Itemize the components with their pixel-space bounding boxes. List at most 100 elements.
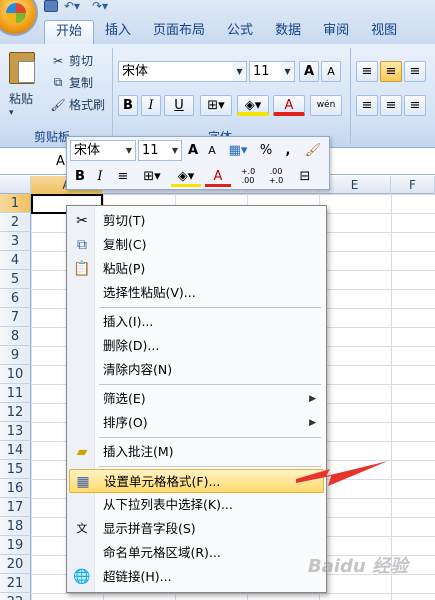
menu-item-copy[interactable]: ⧉ 复制(C) [69, 233, 324, 257]
tab-page-layout[interactable]: 页面布局 [142, 20, 216, 44]
mini-font-name-combo[interactable]: 宋体 ▼ [70, 140, 136, 161]
mini-decrease-decimal-button[interactable]: .00 +.0 [263, 167, 289, 187]
row-header-4[interactable]: 4 [0, 251, 31, 270]
pinyin-button[interactable]: wén [310, 95, 342, 116]
row-header-8[interactable]: 8 [0, 327, 31, 346]
row-header-12[interactable]: 12 [0, 403, 31, 422]
font-size-combo[interactable]: 11 ▼ [249, 61, 295, 82]
mini-border-button[interactable]: ⊞▾ [137, 167, 167, 187]
row-header-2[interactable]: 2 [0, 213, 31, 232]
mini-accounting-format-button[interactable]: ▦▾ [225, 141, 251, 161]
menu-item-sort[interactable]: 排序(O) ▶ [69, 411, 324, 435]
undo-icon[interactable]: ↶▾ [64, 0, 86, 12]
copy-button[interactable]: ⧉ 复制 [50, 74, 93, 91]
mini-grow-font-button[interactable]: A [184, 141, 202, 161]
row-header-11[interactable]: 11 [0, 384, 31, 403]
mini-fill-color-button[interactable]: ◈▾ [171, 167, 201, 187]
column-header-f[interactable]: F [391, 176, 435, 194]
row-header-17[interactable]: 17 [0, 498, 31, 517]
paste-dropdown-icon[interactable]: ▾ [9, 108, 14, 118]
underline-button[interactable]: U [164, 95, 194, 116]
menu-item-delete[interactable]: 删除(D)... [69, 334, 324, 358]
menu-item-filter[interactable]: 筛选(E) ▶ [69, 387, 324, 411]
align-right-button[interactable]: ≡ [404, 95, 426, 116]
tab-data[interactable]: 数据 [264, 20, 312, 44]
mini-center-button[interactable]: ≡ [113, 167, 133, 187]
grow-font-label: A [303, 64, 315, 79]
menu-item-show-pinyin[interactable]: 文 显示拼音字段(S) [69, 517, 324, 541]
row-header-3[interactable]: 3 [0, 232, 31, 251]
mini-font-size-combo[interactable]: 11 ▼ [138, 140, 182, 161]
row-header-7[interactable]: 7 [0, 308, 31, 327]
align-top-button[interactable]: ≡ [356, 61, 378, 82]
menu-item-insert[interactable]: 插入(I)... [69, 310, 324, 334]
menu-item-define-name[interactable]: 命名单元格区域(R)... [69, 541, 324, 565]
office-button[interactable] [0, 0, 38, 36]
row-header-21[interactable]: 21 [0, 574, 31, 593]
menu-item-paste-special[interactable]: 选择性粘贴(V)... [69, 281, 324, 305]
align-center-icon: ≡ [117, 169, 129, 184]
mini-shrink-font-button[interactable]: A [203, 141, 221, 161]
cut-button[interactable]: ✂ 剪切 [50, 52, 93, 69]
row-header-10[interactable]: 10 [0, 365, 31, 384]
mini-bold-button[interactable]: B [71, 167, 89, 187]
row-header-5[interactable]: 5 [0, 270, 31, 289]
row-header-15[interactable]: 15 [0, 460, 31, 479]
save-icon[interactable] [44, 0, 58, 12]
border-button[interactable]: ⊞▾ [200, 95, 232, 116]
font-color-button[interactable]: A [273, 95, 305, 116]
chevron-down-icon[interactable]: ▼ [281, 62, 294, 81]
menu-item-insert-comment[interactable]: ▰ 插入批注(M) [69, 440, 324, 464]
chevron-down-icon[interactable]: ▼ [233, 62, 246, 81]
menu-item-format-cells[interactable]: ▦ 设置单元格格式(F)... [69, 469, 324, 493]
row-header-9[interactable]: 9 [0, 346, 31, 365]
menu-item-label: 插入批注(M) [103, 444, 174, 459]
bold-button[interactable]: B [118, 95, 138, 116]
mini-italic-button[interactable]: I [91, 167, 109, 187]
fill-color-button[interactable]: ◈▾ [237, 95, 269, 116]
name-box[interactable]: A [0, 152, 65, 172]
tab-view[interactable]: 视图 [360, 20, 408, 44]
chevron-down-icon[interactable]: ▼ [169, 141, 181, 160]
paste-icon[interactable] [9, 52, 35, 84]
mini-percent-button[interactable]: % [257, 141, 275, 161]
row-header-14[interactable]: 14 [0, 441, 31, 460]
copy-icon: ⧉ [77, 237, 87, 253]
tab-review[interactable]: 审阅 [312, 20, 360, 44]
align-middle-button[interactable]: ≡ [380, 61, 402, 82]
menu-item-hyperlink[interactable]: 🌐 超链接(H)... [69, 565, 324, 589]
row-header-1[interactable]: 1 [0, 194, 31, 213]
mini-font-color-button[interactable]: A [205, 167, 231, 187]
mini-comma-button[interactable]: , [281, 141, 295, 161]
select-all-corner[interactable] [0, 176, 31, 194]
menu-item-cut[interactable]: ✂ 剪切(T) [69, 209, 324, 233]
row-header-19[interactable]: 19 [0, 536, 31, 555]
align-bottom-button[interactable]: ≡ [404, 61, 426, 82]
menu-item-pick-from-list[interactable]: 从下拉列表中选择(K)... [69, 493, 324, 517]
tab-home[interactable]: 开始 [44, 20, 95, 44]
align-center-button[interactable]: ≡ [380, 95, 402, 116]
name-box-value: A [56, 154, 65, 169]
font-name-combo[interactable]: 宋体 ▼ [118, 61, 247, 82]
paste-button[interactable]: 粘贴 [9, 90, 33, 107]
menu-item-paste[interactable]: 📋 粘贴(P) [69, 257, 324, 281]
row-header-16[interactable]: 16 [0, 479, 31, 498]
mini-increase-decimal-button[interactable]: +.0 .00 [235, 167, 261, 187]
redo-icon[interactable]: ↷▾ [92, 0, 114, 12]
align-left-button[interactable]: ≡ [356, 95, 378, 116]
shrink-font-button[interactable]: A [321, 61, 341, 82]
format-painter-button[interactable]: 🖌 格式刷 [50, 96, 105, 113]
chevron-down-icon[interactable]: ▼ [123, 141, 135, 160]
row-header-13[interactable]: 13 [0, 422, 31, 441]
tab-insert[interactable]: 插入 [94, 20, 142, 44]
mini-merge-center-button[interactable]: ⊟ [293, 167, 317, 187]
mini-format-painter-button[interactable]: 🖌 [303, 141, 323, 161]
italic-button[interactable]: I [141, 95, 161, 116]
menu-item-clear-contents[interactable]: 清除内容(N) [69, 358, 324, 382]
row-header-20[interactable]: 20 [0, 555, 31, 574]
row-header-18[interactable]: 18 [0, 517, 31, 536]
grow-font-button[interactable]: A [299, 61, 319, 82]
tab-formulas[interactable]: 公式 [216, 20, 264, 44]
row-header-6[interactable]: 6 [0, 289, 31, 308]
row-header-22[interactable]: 22 [0, 593, 31, 600]
